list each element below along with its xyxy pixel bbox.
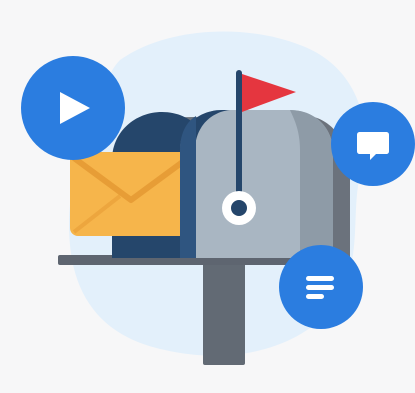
envelope-icon: [70, 152, 192, 236]
chat-icon: [331, 102, 415, 186]
mailbox-illustration: [0, 0, 415, 393]
illustration-svg: [21, 31, 415, 365]
play-icon: [21, 56, 125, 160]
mailbox-door-front: [180, 116, 196, 258]
mailbox-post: [203, 255, 245, 365]
text-lines-icon: [279, 245, 363, 329]
